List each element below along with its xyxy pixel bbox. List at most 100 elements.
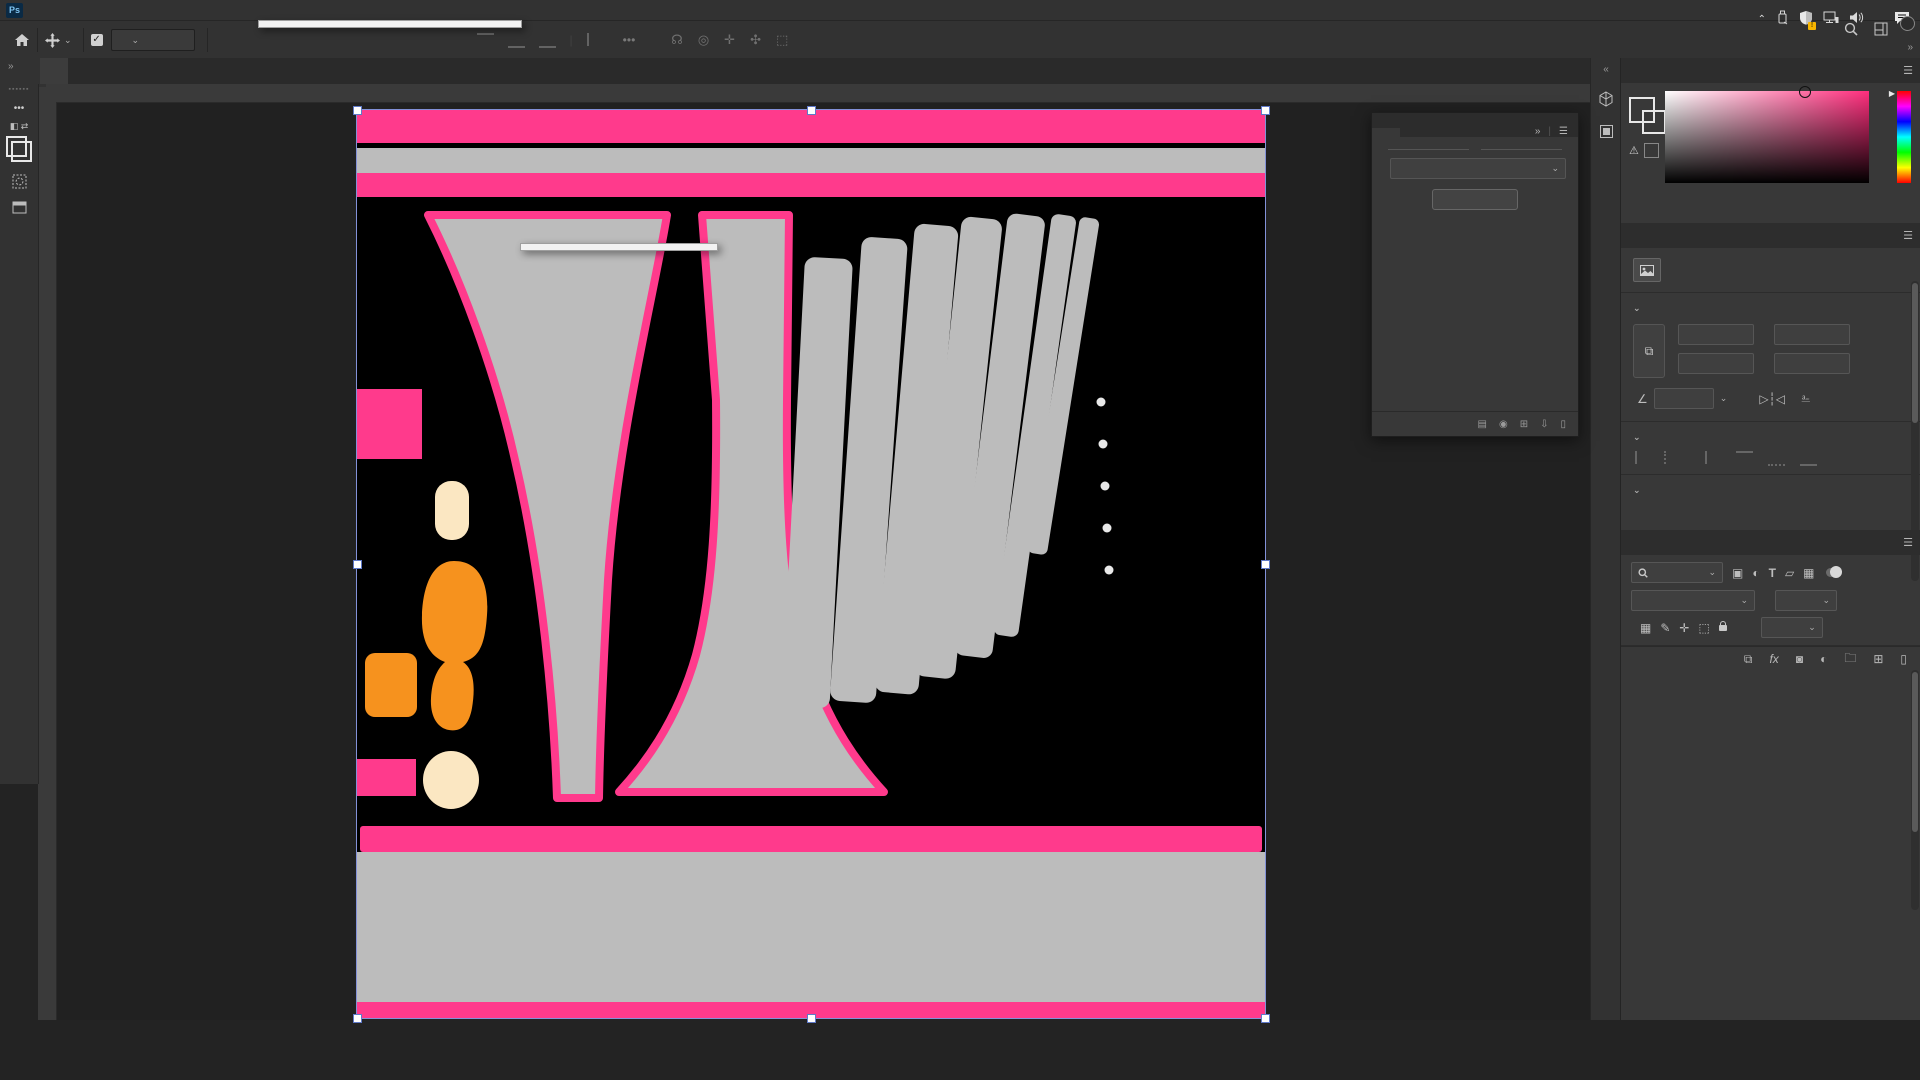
fg-bg-swatches[interactable]: ⚠ [1629, 97, 1666, 158]
lock-position-icon[interactable]: ✛ [1679, 621, 1689, 635]
filter-type-icon[interactable]: T [1769, 566, 1776, 580]
panel-menu-icon[interactable]: ☰ [1559, 126, 1568, 137]
hue-slider[interactable] [1897, 91, 1911, 183]
layer-mask-icon[interactable]: ◙ [1796, 652, 1803, 666]
3d-panel-tab[interactable] [1372, 128, 1400, 137]
delete-3d-icon[interactable]: ▯ [1560, 419, 1566, 430]
source-dropdown[interactable]: ⌄ [1390, 158, 1566, 179]
transform-handle[interactable] [353, 1014, 362, 1023]
auto-select-target-dropdown[interactable]: ⌄ [110, 29, 195, 51]
lock-pixels-icon[interactable]: ✎ [1660, 621, 1670, 635]
expand-dock-icon[interactable]: « [1591, 64, 1621, 75]
create-button[interactable] [1432, 189, 1518, 210]
transform-handle[interactable] [1261, 1014, 1270, 1023]
vertical-ruler[interactable] [38, 102, 57, 1020]
security-tray-icon[interactable]: ! [1799, 10, 1816, 30]
y-field[interactable] [1774, 353, 1850, 374]
edit-toolbar-icon[interactable]: ••• [4, 95, 34, 121]
volume-tray-icon[interactable] [1849, 11, 1864, 27]
transform-handle[interactable] [807, 1014, 816, 1023]
transform-handle[interactable] [807, 106, 816, 115]
align-bottom-icon[interactable] [538, 33, 556, 48]
layer-style-fx-icon[interactable]: fx [1769, 652, 1778, 666]
collapsed-3d-panel-icon[interactable] [1591, 91, 1621, 110]
filter-3d-icon[interactable]: ▤ [1478, 419, 1487, 430]
layers-panel-menu-icon[interactable]: ☰ [1903, 536, 1913, 549]
toolbar-grip[interactable]: ▪▪▪▪▪▪ [0, 86, 38, 93]
horizontal-ruler[interactable] [56, 84, 1590, 103]
flip-vertical-icon[interactable]: ⎁ [1801, 391, 1811, 406]
new-layer-icon[interactable]: ⊞ [1873, 652, 1883, 666]
align-bottom-icon2[interactable] [1800, 451, 1817, 466]
link-layers-icon[interactable]: ⧉ [1744, 652, 1753, 667]
flip-horizontal-icon[interactable]: ▷┆◁ [1759, 392, 1785, 406]
filter-adjustment-icon[interactable]: ◐ [1752, 566, 1759, 580]
collapse-panel-icon[interactable]: » [1535, 126, 1541, 137]
home-icon[interactable] [14, 33, 30, 47]
filter-toggle[interactable] [1825, 566, 1842, 578]
collapsed-panel-icon[interactable] [1591, 124, 1621, 142]
quick-mask-icon[interactable] [4, 168, 34, 194]
filter-shape-icon[interactable]: ▱ [1785, 566, 1794, 580]
move-tool-icon[interactable] [45, 32, 60, 48]
light-3d-icon[interactable]: ◉ [1499, 419, 1508, 430]
delete-layer-icon[interactable]: ▯ [1900, 652, 1907, 666]
width-field[interactable] [1678, 324, 1754, 345]
align-center-h-icon[interactable] [1664, 451, 1678, 464]
quick-actions-collapse-icon[interactable]: ⌄ [1633, 485, 1641, 496]
blend-mode-dropdown[interactable]: ⌄ [1631, 590, 1755, 611]
color-swatches[interactable] [6, 136, 32, 162]
align-middle-icon2[interactable] [1768, 451, 1785, 466]
tool-preset-chevron-icon[interactable]: ⌄ [64, 35, 72, 46]
new-group-icon[interactable]: 🗀 [1844, 649, 1856, 670]
opacity-dropdown[interactable]: ⌄ [1775, 590, 1837, 611]
rotation-chevron-icon[interactable]: ⌄ [1720, 393, 1728, 404]
color-picker-ring[interactable] [1799, 86, 1811, 98]
filter-pixel-icon[interactable]: ▣ [1732, 566, 1743, 580]
network-tray-icon[interactable] [1823, 11, 1839, 27]
x-field[interactable] [1774, 324, 1850, 345]
align-collapse-icon[interactable]: ⌄ [1633, 432, 1641, 443]
align-left-icon[interactable] [1635, 451, 1649, 464]
document-tab[interactable] [40, 58, 68, 84]
transform-handle[interactable] [353, 560, 362, 569]
adjustment-layer-icon[interactable]: ◐ [1820, 652, 1827, 666]
tray-chevron-icon[interactable]: ⌃ [1758, 14, 1766, 25]
usb-tray-icon[interactable] [1776, 10, 1789, 28]
orbit-3d-icon[interactable]: ☊ [671, 32, 683, 48]
properties-panel-menu-icon[interactable]: ☰ [1903, 229, 1913, 242]
scale-3d-icon[interactable]: ⬚ [776, 32, 788, 48]
screen-mode-icon[interactable] [4, 194, 34, 220]
align-top-icon2[interactable] [1736, 451, 1753, 466]
options-more-icon[interactable]: ••• [623, 33, 636, 47]
transform-handle[interactable] [1261, 106, 1270, 115]
lock-all-icon[interactable] [1718, 620, 1727, 631]
roll-3d-icon[interactable]: ◎ [698, 32, 709, 48]
slide-3d-icon[interactable]: ✣ [750, 32, 761, 48]
lock-transparency-icon[interactable]: ▦ [1640, 621, 1651, 635]
pan-3d-icon[interactable]: ✛ [724, 32, 735, 48]
gamut-color-swatch[interactable] [1643, 143, 1659, 158]
collapse-dock-icon[interactable]: » [1907, 42, 1913, 53]
swap-colors-icon[interactable]: ◧ ⇄ [0, 121, 38, 132]
filter-smart-object-icon[interactable]: ▦ [1803, 566, 1814, 580]
link-dimensions-icon[interactable]: ⧉ [1633, 324, 1665, 378]
align-middle-icon[interactable] [507, 33, 525, 48]
layer-filter-kind-dropdown[interactable]: ⌄ [1631, 562, 1723, 583]
align-right-icon[interactable] [1693, 451, 1707, 464]
canvas-pasteboard[interactable] [56, 102, 1590, 1023]
mesh-3d-icon[interactable]: ⊞ [1520, 419, 1528, 430]
lock-artboard-icon[interactable]: ⬚ [1698, 621, 1709, 635]
auto-select-checkbox[interactable]: ✓ [90, 34, 103, 46]
color-field[interactable] [1665, 86, 1869, 183]
rotation-field[interactable] [1653, 388, 1714, 409]
hue-marker[interactable]: ▶ [1889, 89, 1895, 98]
document-canvas[interactable] [353, 106, 1270, 1023]
align-top-icon[interactable] [476, 32, 494, 48]
height-field[interactable] [1678, 353, 1754, 374]
transform-collapse-icon[interactable]: ⌄ [1633, 303, 1641, 314]
transform-handle[interactable] [353, 106, 362, 115]
distribute-icon[interactable] [586, 32, 601, 46]
transform-handle[interactable] [1261, 560, 1270, 569]
foreground-color-swatch[interactable] [6, 136, 27, 157]
